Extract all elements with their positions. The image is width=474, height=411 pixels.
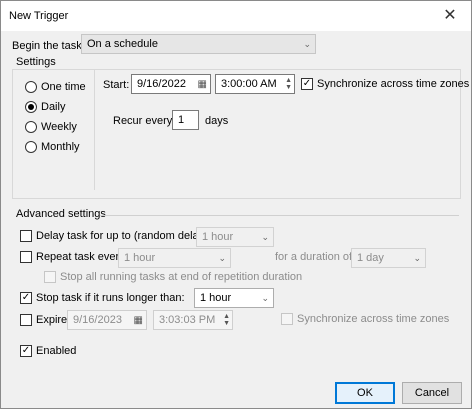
new-trigger-dialog: New Trigger ✕ Begin the task: On a sched… <box>0 0 472 409</box>
advanced-separator <box>101 215 459 216</box>
chevron-down-icon: ⌄ <box>413 253 421 263</box>
repeat-task-dropdown[interactable]: 1 hour ⌄ <box>118 248 231 268</box>
spin-arrows-icon[interactable]: ▲ ▼ <box>285 77 292 91</box>
recur-every-value: 1 <box>178 114 185 126</box>
radio-weekly-label: Weekly <box>41 121 77 133</box>
radio-daily-label: Daily <box>41 101 66 113</box>
recur-unit-label: days <box>205 115 229 127</box>
repeat-task-label: Repeat task every: <box>36 251 128 263</box>
stop-long-value: 1 hour <box>200 292 232 304</box>
delay-task-checkbox[interactable] <box>20 230 32 242</box>
radio-weekly[interactable] <box>25 121 37 133</box>
sync-timezones-checkbox[interactable]: ✓ <box>301 78 313 90</box>
expire-checkbox[interactable] <box>20 314 32 326</box>
radio-one-time[interactable] <box>25 81 37 93</box>
radio-monthly-label: Monthly <box>41 141 80 153</box>
stop-all-tasks-checkbox[interactable] <box>44 271 56 283</box>
begin-task-value: On a schedule <box>87 38 158 50</box>
chevron-down-icon: ⌄ <box>261 232 269 242</box>
duration-dropdown[interactable]: 1 day ⌄ <box>351 248 426 268</box>
stop-all-tasks-label: Stop all running tasks at end of repetit… <box>60 271 303 283</box>
radio-daily[interactable] <box>25 101 37 113</box>
duration-value: 1 day <box>357 252 384 264</box>
start-date-picker[interactable]: 9/16/2022 ▦ <box>131 74 211 94</box>
start-date-value: 9/16/2022 <box>137 78 186 90</box>
chevron-down-icon: ⌄ <box>303 39 311 49</box>
expire-time-value: 3:03:03 PM <box>159 314 216 326</box>
sync-timezones-label: Synchronize across time zones <box>317 78 470 90</box>
delay-task-label: Delay task for up to (random delay): <box>36 230 211 242</box>
repeat-task-checkbox[interactable] <box>20 251 32 263</box>
expire-date-picker[interactable]: 9/16/2023 ▦ <box>67 310 147 330</box>
begin-task-dropdown[interactable]: On a schedule ⌄ <box>81 34 316 54</box>
expire-sync-label: Synchronize across time zones <box>297 313 450 325</box>
chevron-down-icon: ⌄ <box>261 293 269 303</box>
expire-sync-checkbox[interactable] <box>281 313 293 325</box>
start-time-field[interactable]: 3:00:00 AM ▲ ▼ <box>215 74 295 94</box>
start-label: Start: <box>103 79 130 91</box>
spin-arrows-icon[interactable]: ▲ ▼ <box>223 313 230 327</box>
calendar-icon[interactable]: ▦ <box>198 76 207 94</box>
delay-task-value: 1 hour <box>202 231 234 243</box>
expire-label: Expire: <box>36 314 71 326</box>
window-title: New Trigger <box>9 10 69 22</box>
recur-every-input[interactable]: 1 <box>172 110 199 130</box>
radio-one-time-label: One time <box>41 81 86 93</box>
settings-divider <box>94 70 95 190</box>
close-icon[interactable]: ✕ <box>439 5 461 27</box>
chevron-down-icon: ⌄ <box>218 253 226 263</box>
cancel-button[interactable]: Cancel <box>402 382 462 404</box>
begin-task-label: Begin the task: <box>12 40 85 52</box>
radio-monthly[interactable] <box>25 141 37 153</box>
calendar-icon[interactable]: ▦ <box>134 312 143 330</box>
ok-button[interactable]: OK <box>335 382 395 404</box>
expire-time-field[interactable]: 3:03:03 PM ▲ ▼ <box>153 310 233 330</box>
stop-long-dropdown[interactable]: 1 hour ⌄ <box>194 288 274 308</box>
stop-long-label: Stop task if it runs longer than: <box>36 292 185 304</box>
duration-label: for a duration of: <box>275 251 356 263</box>
delay-task-dropdown[interactable]: 1 hour ⌄ <box>196 227 274 247</box>
enabled-label: Enabled <box>36 345 77 357</box>
title-bar: New Trigger ✕ <box>1 1 471 31</box>
settings-legend: Settings <box>16 56 56 68</box>
advanced-legend: Advanced settings <box>16 208 106 220</box>
enabled-checkbox[interactable]: ✓ <box>20 345 32 357</box>
recur-every-label: Recur every: <box>113 115 176 127</box>
expire-date-value: 9/16/2023 <box>73 314 122 326</box>
stop-long-checkbox[interactable]: ✓ <box>20 292 32 304</box>
repeat-task-value: 1 hour <box>124 252 156 264</box>
start-time-value: 3:00:00 AM <box>221 78 277 90</box>
